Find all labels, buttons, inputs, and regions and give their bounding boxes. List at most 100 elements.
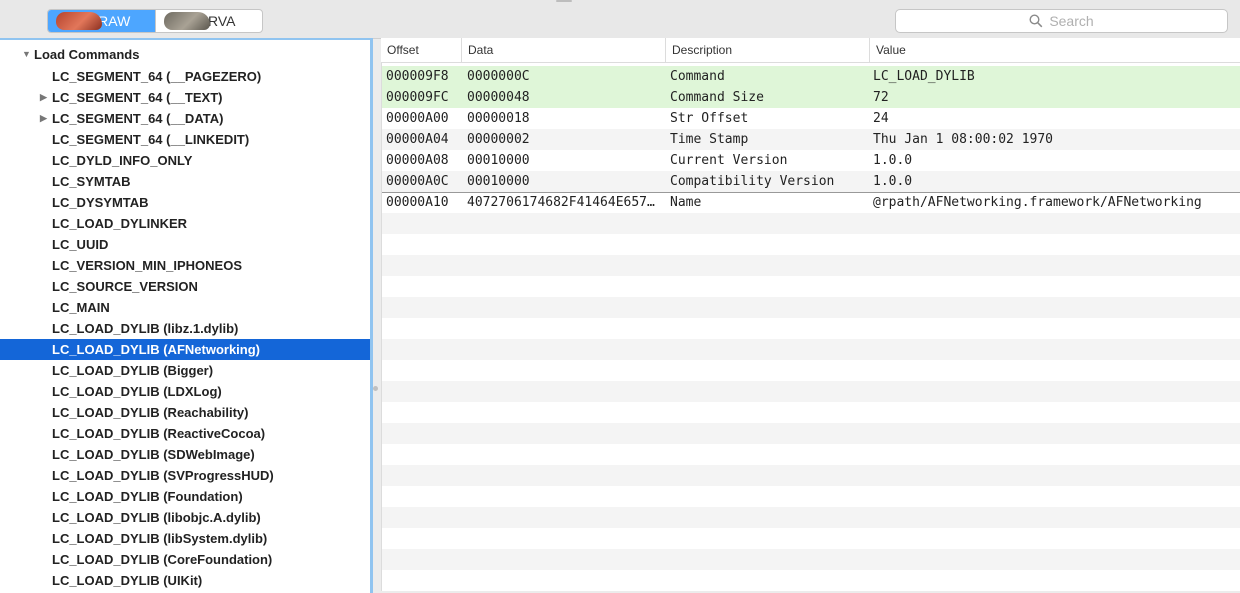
tree-item[interactable]: LC_LOAD_DYLIB (SDWebImage) (0, 444, 370, 465)
cell-description: Time Stamp (670, 132, 749, 147)
tree-item-label: LC_LOAD_DYLIB (Foundation) (52, 489, 243, 504)
cell-value: LC_LOAD_DYLIB (873, 69, 975, 84)
tree-item[interactable]: LC_SEGMENT_64 (__LINKEDIT) (0, 129, 370, 150)
cell-offset: 000009FC (386, 90, 449, 105)
cell-offset: 00000A0C (386, 174, 449, 189)
cell-description: Command Size (670, 90, 764, 105)
tree-item[interactable]: LC_LOAD_DYLIB (libobjc.A.dylib) (0, 507, 370, 528)
table-row-empty (381, 549, 1240, 570)
table-row-empty (381, 486, 1240, 507)
raw-mode-button[interactable]: RAW (48, 10, 155, 32)
tree-item-label: LC_SYMTAB (52, 174, 131, 189)
tree-item-label: LC_DYSYMTAB (52, 195, 149, 210)
tree-item[interactable]: ▶ LC_SEGMENT_64 (__DATA) (0, 108, 370, 129)
cell-value: 1.0.0 (873, 174, 913, 189)
search-placeholder: Search (1049, 13, 1094, 29)
cell-description: Current Version (670, 153, 788, 168)
disclosure-collapsed-icon[interactable]: ▶ (40, 87, 47, 108)
table-header: Offset Data Description Value (381, 38, 1240, 63)
tree-item-label: LC_SEGMENT_64 (__LINKEDIT) (52, 132, 250, 147)
tree-item-label: LC_LOAD_DYLIB (AFNetworking) (52, 342, 260, 357)
cell-data: 00010000 (467, 174, 530, 189)
tree-item-label: LC_LOAD_DYLIB (ReactiveCocoa) (52, 426, 266, 441)
table-row[interactable]: 00000A0C 00010000 Compatibility Version 1.0… (381, 171, 1240, 193)
tree-item[interactable]: LC_SOURCE_VERSION (0, 276, 370, 297)
search-field[interactable]: Search (895, 9, 1228, 33)
tree-item[interactable]: LC_LOAD_DYLIB (Foundation) (0, 486, 370, 507)
cell-value: 72 (873, 90, 889, 105)
toolbar: RAW RVA Search (0, 0, 1240, 39)
details-table: Offset Data Description Value 000009F8 00… (381, 38, 1240, 591)
tree-item-label: LC_LOAD_DYLIB (libobjc.A.dylib) (52, 510, 261, 525)
tree-item[interactable]: LC_LOAD_DYLIB (SVProgressHUD) (0, 465, 370, 486)
table-row-empty (381, 276, 1240, 297)
table-left-border (381, 62, 382, 591)
table-row-empty (381, 381, 1240, 402)
column-header-offset[interactable]: Offset (381, 38, 461, 62)
table-row-empty (381, 234, 1240, 255)
split-view-divider-handle[interactable] (373, 386, 378, 391)
load-commands-tree: ▼ Load Commands LC_SEGMENT_64 (__PAGEZER… (0, 38, 373, 593)
tree-item[interactable]: LC_DYLD_INFO_ONLY (0, 150, 370, 171)
table-row-empty (381, 402, 1240, 423)
tree-item-label: LC_LOAD_DYLIB (libz.1.dylib) (52, 321, 239, 336)
rva-mode-button[interactable]: RVA (154, 10, 263, 32)
tree-item[interactable]: ▶ LC_SEGMENT_64 (__TEXT) (0, 87, 370, 108)
tree-item[interactable]: LC_LOAD_DYLIB (ReactiveCocoa) (0, 423, 370, 444)
tree-item[interactable]: LC_LOAD_DYLIB (CoreFoundation) (0, 549, 370, 570)
tree-item[interactable]: LC_LOAD_DYLINKER (0, 213, 370, 234)
tree-item[interactable]: LC_LOAD_DYLIB (Reachability) (0, 402, 370, 423)
rva-mode-label: RVA (208, 13, 236, 29)
tree-item-label: LC_MAIN (52, 300, 110, 315)
table-row-empty (381, 297, 1240, 318)
tree-item-label: LC_LOAD_DYLIB (UIKit) (52, 573, 203, 588)
tree-item-label: LC_LOAD_DYLIB (Bigger) (52, 363, 214, 378)
cell-offset: 000009F8 (386, 69, 449, 84)
tree-item[interactable]: LC_LOAD_DYLIB (libz.1.dylib) (0, 318, 370, 339)
tree-item[interactable]: LC_UUID (0, 234, 370, 255)
cell-description: Compatibility Version (670, 174, 835, 189)
table-row[interactable]: 00000A00 00000018 Str Offset 24 (381, 108, 1240, 129)
table-row-empty (381, 360, 1240, 381)
tree-item-label: LC_LOAD_DYLIB (LDXLog) (52, 384, 222, 399)
table-row-empty (381, 318, 1240, 339)
table-row[interactable]: 000009F8 0000000C Command LC_LOAD_DYLIB (381, 66, 1240, 87)
column-header-value[interactable]: Value (869, 38, 1240, 62)
rva-mode-icon (163, 12, 210, 30)
tree-item[interactable]: LC_LOAD_DYLIB (Bigger) (0, 360, 370, 381)
table-row-empty (381, 423, 1240, 444)
tree-root-label: Load Commands (34, 47, 140, 62)
cell-value: 24 (873, 111, 889, 126)
tree-item[interactable]: LC_LOAD_DYLIB (AFNetworking) (0, 339, 370, 360)
tree-item-label: LC_SEGMENT_64 (__TEXT) (52, 90, 223, 105)
search-icon (1029, 14, 1043, 28)
table-row[interactable]: 00000A08 00010000 Current Version 1.0.0 (381, 150, 1240, 171)
tree-item[interactable]: LC_LOAD_DYLIB (UIKit) (0, 570, 370, 591)
cell-description: Name (670, 195, 702, 210)
disclosure-expanded-icon[interactable]: ▼ (22, 44, 31, 65)
table-row[interactable]: 00000A04 00000002 Time Stamp Thu Jan 1 08:0… (381, 129, 1240, 150)
cell-data: 00000002 (467, 132, 530, 147)
disclosure-collapsed-icon[interactable]: ▶ (40, 108, 47, 129)
tree-item-label: LC_LOAD_DYLIB (libSystem.dylib) (52, 531, 268, 546)
tree-item[interactable]: LC_LOAD_DYLIB (libSystem.dylib) (0, 528, 370, 549)
column-header-data[interactable]: Data (461, 38, 665, 62)
cell-data: 00000048 (467, 90, 530, 105)
tree-item[interactable]: LC_MAIN (0, 297, 370, 318)
tree-item[interactable]: LC_DYSYMTAB (0, 192, 370, 213)
raw-mode-label: RAW (98, 13, 131, 29)
cell-value: @rpath/AFNetworking.framework/AFNetworki… (873, 195, 1202, 210)
tree-item[interactable]: LC_SYMTAB (0, 171, 370, 192)
column-header-description[interactable]: Description (665, 38, 869, 62)
cell-data: 00010000 (467, 153, 530, 168)
tree-item[interactable]: LC_SEGMENT_64 (__PAGEZERO) (0, 66, 370, 87)
window-grip (556, 0, 572, 2)
table-row[interactable]: 00000A10 4072706174682F41464E657… Name @rpa… (381, 192, 1240, 213)
cell-description: Str Offset (670, 111, 749, 126)
tree-item[interactable]: LC_VERSION_MIN_IPHONEOS (0, 255, 370, 276)
table-row-empty (381, 570, 1240, 591)
table-row-empty (381, 528, 1240, 549)
tree-item[interactable]: LC_LOAD_DYLIB (LDXLog) (0, 381, 370, 402)
table-row[interactable]: 000009FC 00000048 Command Size 72 (381, 87, 1240, 108)
tree-root-load-commands[interactable]: ▼ Load Commands (0, 44, 370, 65)
